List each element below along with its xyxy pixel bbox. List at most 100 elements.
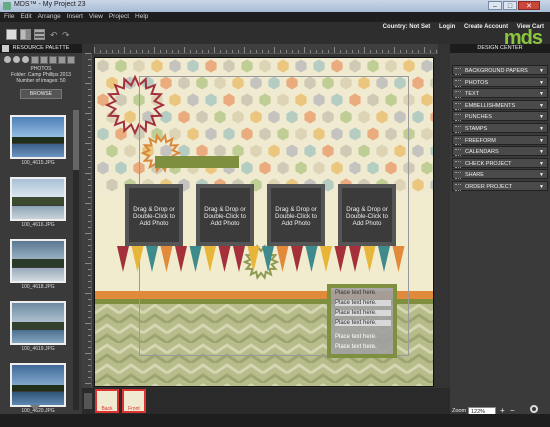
text-line[interactable]: Place text here. bbox=[335, 290, 391, 296]
design-center-item-label: PHOTOS bbox=[465, 79, 489, 86]
text-line[interactable]: Place text here. bbox=[335, 300, 391, 306]
slot-text: Drag & Drop or bbox=[275, 206, 317, 213]
design-center-item-embellishments[interactable]: EMBELLISHMENTS ▼ bbox=[452, 99, 548, 110]
stamps-tab-icon[interactable] bbox=[31, 56, 39, 64]
photo-filename: 100_4618.JPG bbox=[21, 284, 55, 290]
expand-arrow-icon[interactable]: ▼ bbox=[539, 114, 544, 120]
zoom-search-icon[interactable] bbox=[530, 405, 538, 413]
expand-arrow-icon[interactable]: ▼ bbox=[539, 138, 544, 144]
layouts-tab-icon[interactable] bbox=[58, 56, 66, 64]
design-center-item-label: TEXT bbox=[465, 91, 480, 98]
expand-arrow-icon[interactable]: ▼ bbox=[539, 184, 544, 190]
design-center-item-label: STAMPS bbox=[465, 126, 488, 132]
photo-thumbnail[interactable] bbox=[10, 177, 66, 221]
undo-icon[interactable]: ↶ bbox=[50, 30, 58, 41]
design-center-item-text[interactable]: TEXT ▼ bbox=[452, 88, 548, 99]
menu-view[interactable]: View bbox=[89, 12, 103, 22]
papers-tab-icon[interactable] bbox=[13, 56, 20, 63]
design-center-item-calendars[interactable]: CALENDARS ▼ bbox=[452, 146, 548, 157]
menu-file[interactable]: File bbox=[4, 12, 14, 22]
drag-grip-icon bbox=[455, 68, 461, 75]
photos-info: PHOTOS Folder: Camp Phillips 2013 Number… bbox=[0, 66, 82, 84]
design-center-item-share[interactable]: SHARE ▼ bbox=[452, 169, 548, 180]
photo-slot[interactable]: Drag & Drop or Double-Click to Add Photo bbox=[125, 184, 183, 246]
drag-grip-icon bbox=[455, 160, 461, 168]
photo-filename: 100_4615.JPG bbox=[21, 160, 55, 166]
slot-text: Double-Click to bbox=[346, 213, 388, 220]
close-button[interactable]: ✕ bbox=[518, 1, 540, 10]
photos-tab-icon[interactable] bbox=[4, 56, 11, 63]
photo-thumbnail[interactable] bbox=[10, 363, 66, 407]
app-icon bbox=[3, 2, 11, 10]
design-center-item-label: BACKGROUND PAPERS bbox=[465, 68, 528, 74]
menu-edit[interactable]: Edit bbox=[20, 12, 31, 22]
minimize-button[interactable]: – bbox=[488, 1, 502, 10]
slot-text: Drag & Drop or bbox=[133, 206, 175, 213]
photo-thumbnail[interactable] bbox=[10, 115, 66, 159]
text-line[interactable]: Place text here. bbox=[335, 334, 391, 340]
page-strip-scroll-icon[interactable] bbox=[84, 393, 92, 409]
photo-filename: 100_4619.JPG bbox=[21, 346, 55, 352]
drag-grip-icon bbox=[455, 102, 461, 110]
slot-text: Double-Click to bbox=[275, 213, 317, 220]
expand-arrow-icon[interactable]: ▼ bbox=[539, 103, 544, 109]
menu-insert[interactable]: Insert bbox=[67, 12, 83, 22]
login-link[interactable]: Login bbox=[439, 24, 455, 30]
design-center-item-freeform[interactable]: FREEFORM ▼ bbox=[452, 134, 548, 145]
menu-project[interactable]: Project bbox=[109, 12, 129, 22]
grid-view-icon[interactable] bbox=[34, 29, 45, 40]
design-center-item-order-project[interactable]: ORDER PROJECT ▼ bbox=[452, 181, 548, 191]
text-line[interactable]: Place text here. bbox=[335, 320, 391, 326]
image-count: Number of images: 50 bbox=[16, 78, 66, 84]
text-line[interactable]: Place text here. bbox=[335, 310, 391, 316]
photo-slot[interactable]: Drag & Drop or Double-Click to Add Photo bbox=[338, 184, 396, 246]
photo-slot[interactable]: Drag & Drop or Double-Click to Add Photo bbox=[196, 184, 254, 246]
photo-slot[interactable]: Drag & Drop or Double-Click to Add Photo bbox=[267, 184, 325, 246]
design-center: DESIGN CENTER BACKGROUND PAPERS ▼ PHOTOS ▼ T… bbox=[450, 44, 550, 414]
design-center-item-stamps[interactable]: STAMPS ▼ bbox=[452, 123, 548, 133]
expand-arrow-icon[interactable]: ▼ bbox=[539, 161, 544, 167]
project-page[interactable]: Drag & Drop or Double-Click to Add Photo… bbox=[94, 57, 434, 387]
redo-icon[interactable]: ↷ bbox=[62, 30, 70, 41]
design-center-item-background-papers[interactable]: BACKGROUND PAPERS ▼ bbox=[452, 65, 548, 75]
bunting-banner[interactable] bbox=[117, 246, 407, 276]
design-center-item-punches[interactable]: PUNCHES ▼ bbox=[452, 111, 548, 122]
design-center-item-photos[interactable]: PHOTOS ▼ bbox=[452, 76, 548, 87]
status-bar bbox=[0, 414, 550, 427]
embellishments-tab-icon[interactable] bbox=[22, 56, 29, 63]
expand-arrow-icon[interactable]: ▼ bbox=[539, 172, 544, 178]
text-box[interactable]: Place text here. Place text here. Place … bbox=[327, 284, 397, 358]
templates-tab-icon[interactable] bbox=[67, 56, 75, 64]
expand-arrow-icon[interactable]: ▼ bbox=[539, 91, 544, 97]
maximize-button[interactable]: □ bbox=[503, 1, 517, 10]
expand-arrow-icon[interactable]: ▼ bbox=[539, 80, 544, 86]
palette-scrollbar[interactable] bbox=[73, 110, 79, 410]
menu-help[interactable]: Help bbox=[135, 12, 148, 22]
drag-grip-icon bbox=[455, 114, 461, 122]
spread-view-icon[interactable] bbox=[20, 29, 31, 40]
design-center-item-label: CHECK PROJECT bbox=[465, 160, 512, 167]
text-line[interactable]: Place text here. bbox=[335, 344, 391, 350]
drag-grip-icon bbox=[455, 149, 461, 157]
country-link[interactable]: Country: Not Set bbox=[383, 24, 431, 30]
drag-grip-icon bbox=[455, 184, 461, 191]
collapse-palette-icon[interactable] bbox=[2, 45, 9, 52]
expand-arrow-icon[interactable]: ▼ bbox=[539, 126, 544, 132]
photo-thumbnail[interactable] bbox=[10, 239, 66, 283]
slot-text: Double-Click to bbox=[204, 213, 246, 220]
slot-text: Add Photo bbox=[139, 220, 169, 227]
create-account-link[interactable]: Create Account bbox=[464, 24, 508, 30]
expand-arrow-icon[interactable]: ▼ bbox=[539, 149, 544, 155]
frames-tab-icon[interactable] bbox=[49, 56, 57, 64]
design-center-item-check-project[interactable]: CHECK PROJECT ▼ bbox=[452, 157, 548, 168]
scrollbar-thumb[interactable] bbox=[73, 110, 79, 170]
design-center-item-label: PUNCHES bbox=[465, 114, 492, 121]
menu-arrange[interactable]: Arrange bbox=[38, 12, 61, 22]
browse-button[interactable]: BROWSE bbox=[20, 89, 62, 99]
slot-text: Double-Click to bbox=[133, 213, 175, 220]
punches-tab-icon[interactable] bbox=[40, 56, 48, 64]
design-center-item-label: SHARE bbox=[465, 172, 484, 179]
expand-arrow-icon[interactable]: ▼ bbox=[539, 68, 544, 74]
photo-thumbnail[interactable] bbox=[10, 301, 66, 345]
single-page-view-icon[interactable] bbox=[6, 29, 17, 40]
